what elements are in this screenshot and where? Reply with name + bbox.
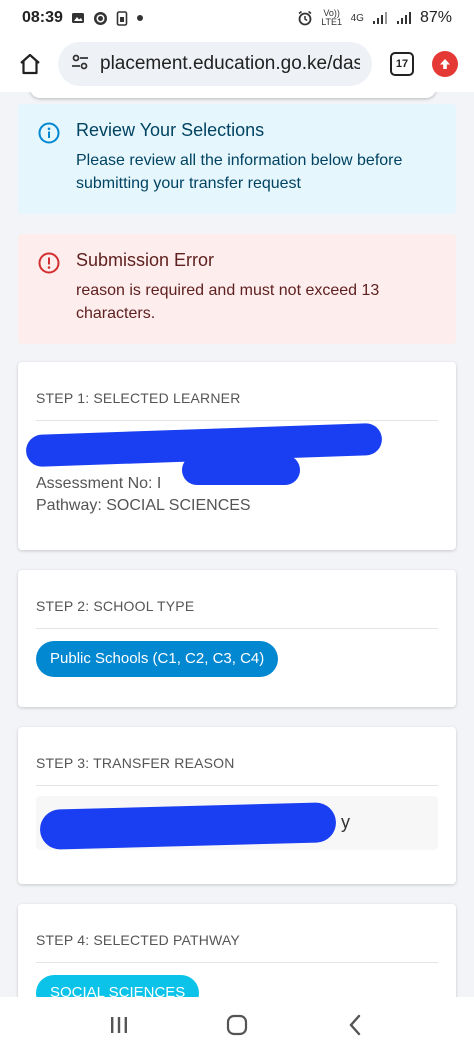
- submission-error-alert: Submission Error reason is required and …: [18, 234, 456, 344]
- recent-apps-icon: [111, 1017, 127, 1033]
- volte-label: Vo)) LTE1: [321, 8, 343, 27]
- back-chevron-icon: [349, 1014, 361, 1036]
- network-type: 4G: [350, 12, 364, 24]
- learner-details: I Assessment No: I Pathway: SOCIAL SCIEN…: [25, 421, 438, 541]
- learner-pathway: Pathway: SOCIAL SCIENCES: [36, 497, 251, 514]
- step1-heading: STEP 1: SELECTED LEARNER: [36, 362, 438, 421]
- status-right: Vo)) LTE1 4G 87%: [297, 9, 452, 27]
- previous-card-edge: [30, 92, 436, 98]
- whatsapp-icon: [93, 11, 108, 26]
- signal-icon: [372, 11, 388, 25]
- selected-learner-card: STEP 1: SELECTED LEARNER I Assessment No…: [18, 362, 456, 550]
- error-alert-text: reason is required and must not exceed 1…: [76, 282, 380, 322]
- battery-level: 87%: [419, 9, 452, 26]
- alarm-icon: [297, 10, 313, 26]
- sim-icon: [116, 10, 128, 26]
- error-icon: [38, 252, 60, 279]
- school-type-card: STEP 2: SCHOOL TYPE Public Schools (C1, …: [18, 570, 456, 707]
- signal-icon-2: [396, 11, 412, 25]
- info-icon: [38, 122, 60, 149]
- redaction-mark: [182, 455, 300, 485]
- step4-heading: STEP 4: SELECTED PATHWAY: [36, 904, 438, 963]
- system-nav-bar: [0, 997, 474, 1053]
- status-bar: 08:39 Vo)) LTE1 4G 87%: [0, 0, 474, 36]
- tab-switcher-button[interactable]: 17: [390, 52, 414, 76]
- assessment-number: Assessment No: I: [36, 475, 162, 492]
- pathway-chip: SOCIAL SCIENCES: [36, 975, 200, 997]
- info-alert-title: Review Your Selections: [76, 120, 265, 140]
- step3-heading: STEP 3: TRANSFER REASON: [36, 727, 438, 786]
- dot-icon: [136, 14, 144, 22]
- photo-icon: [71, 11, 85, 25]
- error-alert-title: Submission Error: [76, 250, 215, 270]
- home-circle-icon: [226, 1014, 248, 1036]
- reason-visible-text: y: [341, 812, 350, 832]
- selected-pathway-card: STEP 4: SELECTED PATHWAY SOCIAL SCIENCES: [18, 904, 456, 997]
- review-info-alert: Review Your Selections Please review all…: [18, 104, 456, 214]
- address-bar[interactable]: placement.education.go.ke/das: [58, 42, 372, 86]
- home-nav-button[interactable]: [217, 1005, 257, 1045]
- status-left: 08:39: [22, 9, 144, 27]
- home-button[interactable]: [12, 46, 48, 82]
- back-button[interactable]: [335, 1005, 375, 1045]
- arrow-up-icon: [440, 59, 450, 69]
- browser-toolbar: placement.education.go.ke/das 17: [0, 36, 474, 92]
- redaction-mark: [39, 802, 337, 850]
- site-settings-icon[interactable]: [70, 52, 90, 77]
- page-content[interactable]: Review Your Selections Please review all…: [0, 92, 474, 997]
- info-alert-text: Please review all the information below …: [76, 152, 403, 192]
- home-icon: [20, 53, 40, 75]
- status-time: 08:39: [22, 9, 63, 26]
- update-button[interactable]: [432, 51, 458, 77]
- transfer-reason-card: STEP 3: TRANSFER REASON y: [18, 727, 456, 884]
- transfer-reason-text: y: [36, 796, 438, 850]
- school-type-chip: Public Schools (C1, C2, C3, C4): [36, 641, 279, 677]
- recent-apps-button[interactable]: [99, 1005, 139, 1045]
- step2-heading: STEP 2: SCHOOL TYPE: [36, 570, 438, 629]
- url-text: placement.education.go.ke/das: [100, 53, 360, 74]
